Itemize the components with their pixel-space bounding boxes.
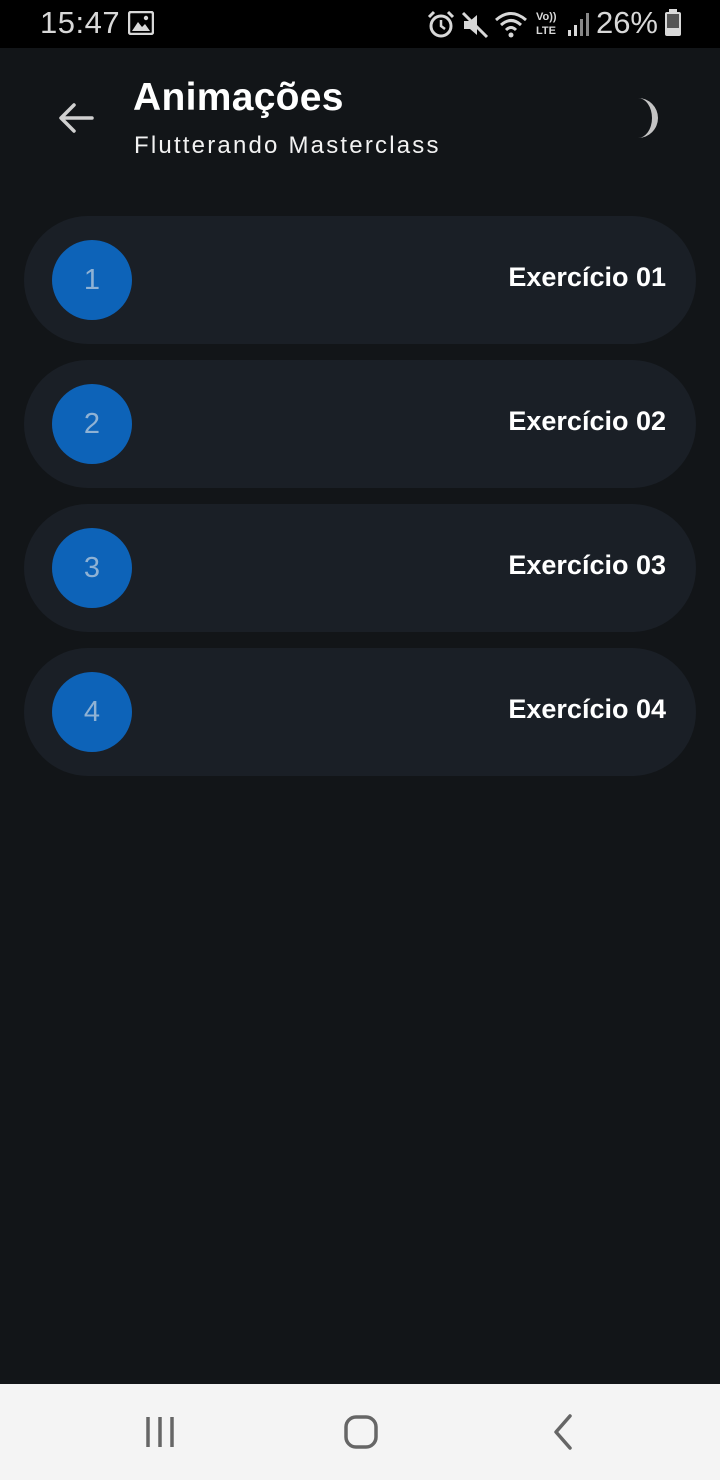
battery-percentage: 26% xyxy=(595,5,658,40)
app-bar xyxy=(0,48,720,198)
exercise-label: Exercício 01 xyxy=(508,262,666,292)
exercise-list: 1 Exercício 01 2 Exercício 02 3 Exercíci… xyxy=(24,216,696,792)
exercise-number-badge: 1 xyxy=(52,240,132,320)
status-time: 15:47 xyxy=(40,5,121,40)
volte-icon: Vo)) LTE xyxy=(534,8,562,43)
exercise-card-4[interactable]: 4 Exercício 04 xyxy=(24,648,696,776)
exercise-number-badge: 2 xyxy=(52,384,132,464)
exercise-label: Exercício 03 xyxy=(508,550,666,580)
back-icon xyxy=(554,1414,572,1450)
exercise-card-3[interactable]: 3 Exercício 03 xyxy=(24,504,696,632)
theme-toggle-button[interactable] xyxy=(616,92,668,144)
exercise-number-badge: 3 xyxy=(52,528,132,608)
recents-icon xyxy=(146,1417,174,1447)
exercise-number-badge: 4 xyxy=(52,672,132,752)
page-title: Animações xyxy=(133,76,344,119)
back-button[interactable] xyxy=(52,94,100,142)
recents-button[interactable] xyxy=(138,1410,182,1454)
page-subtitle: Flutterando Masterclass xyxy=(134,132,441,159)
alarm-icon xyxy=(426,10,456,45)
arrow-left-icon xyxy=(59,103,94,133)
system-back-button[interactable] xyxy=(542,1410,586,1454)
exercise-label: Exercício 02 xyxy=(508,406,666,436)
wifi-icon xyxy=(494,10,528,45)
exercise-label: Exercício 04 xyxy=(508,694,666,724)
system-navigation-bar xyxy=(0,1384,720,1480)
signal-icon xyxy=(566,10,592,43)
svg-text:LTE: LTE xyxy=(536,25,556,37)
moon-icon xyxy=(638,98,658,138)
exercise-card-1[interactable]: 1 Exercício 01 xyxy=(24,216,696,344)
home-button[interactable] xyxy=(339,1410,383,1454)
battery-icon xyxy=(664,9,682,42)
status-bar: 15:47 Vo)) LTE 26% xyxy=(0,0,720,48)
svg-text:Vo)): Vo)) xyxy=(536,11,557,23)
mute-icon xyxy=(460,10,490,45)
exercise-card-2[interactable]: 2 Exercício 02 xyxy=(24,360,696,488)
home-icon xyxy=(344,1415,378,1449)
gallery-icon xyxy=(127,10,155,40)
